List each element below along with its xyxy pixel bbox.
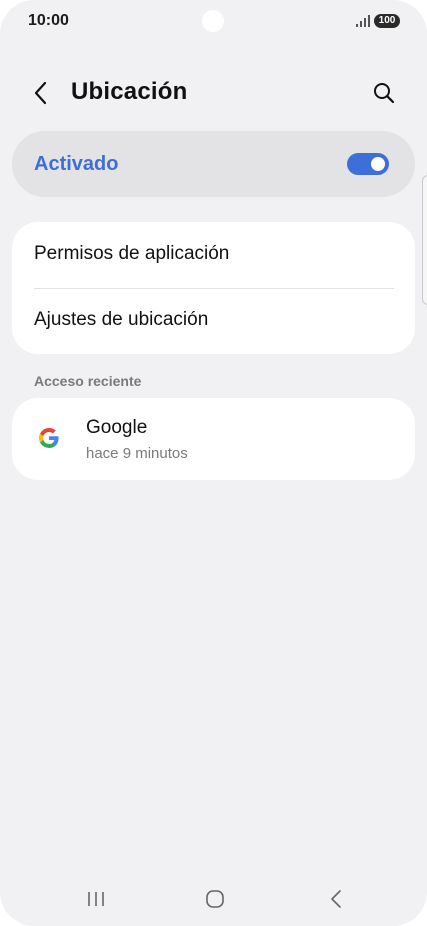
nav-back-button[interactable] bbox=[321, 886, 351, 912]
chevron-left-icon bbox=[34, 81, 47, 105]
status-time: 10:00 bbox=[28, 12, 69, 29]
settings-card: Permisos de aplicación Ajustes de ubicac… bbox=[12, 222, 415, 354]
nav-home-button[interactable] bbox=[200, 886, 230, 912]
edge-panel-handle[interactable] bbox=[422, 175, 427, 305]
signal-icon bbox=[356, 15, 370, 27]
back-button[interactable] bbox=[28, 80, 54, 106]
home-icon bbox=[206, 890, 224, 908]
location-switch[interactable] bbox=[347, 153, 389, 175]
recent-app-google[interactable]: Google hace 9 minutos bbox=[12, 398, 415, 480]
location-toggle-row[interactable]: Activado bbox=[12, 131, 415, 197]
front-camera bbox=[202, 10, 224, 32]
status-bar: 10:00 100 bbox=[0, 0, 427, 44]
search-icon bbox=[374, 83, 395, 104]
google-icon bbox=[39, 427, 59, 448]
switch-knob bbox=[371, 157, 385, 171]
app-name: Google bbox=[86, 417, 148, 438]
app-access-time: hace 9 minutos bbox=[86, 445, 188, 462]
settings-item-label: Permisos de aplicación bbox=[34, 243, 230, 264]
search-button[interactable] bbox=[371, 80, 397, 106]
toggle-label: Activado bbox=[34, 153, 119, 175]
battery-icon: 100 bbox=[374, 14, 400, 28]
settings-item-location-settings[interactable]: Ajustes de ubicación bbox=[12, 288, 415, 354]
phone-screen: 10:00 100 Ubicación Activado Permisos de… bbox=[0, 0, 427, 926]
section-header-recent-access: Acceso reciente bbox=[34, 373, 142, 389]
settings-item-app-permissions[interactable]: Permisos de aplicación bbox=[12, 222, 415, 288]
navigation-bar bbox=[0, 872, 427, 926]
app-header: Ubicación bbox=[0, 68, 427, 118]
nav-recents-button[interactable] bbox=[81, 886, 111, 912]
settings-item-label: Ajustes de ubicación bbox=[34, 309, 209, 330]
page-title: Ubicación bbox=[71, 78, 188, 105]
recents-icon bbox=[88, 892, 104, 906]
back-icon bbox=[331, 890, 341, 908]
